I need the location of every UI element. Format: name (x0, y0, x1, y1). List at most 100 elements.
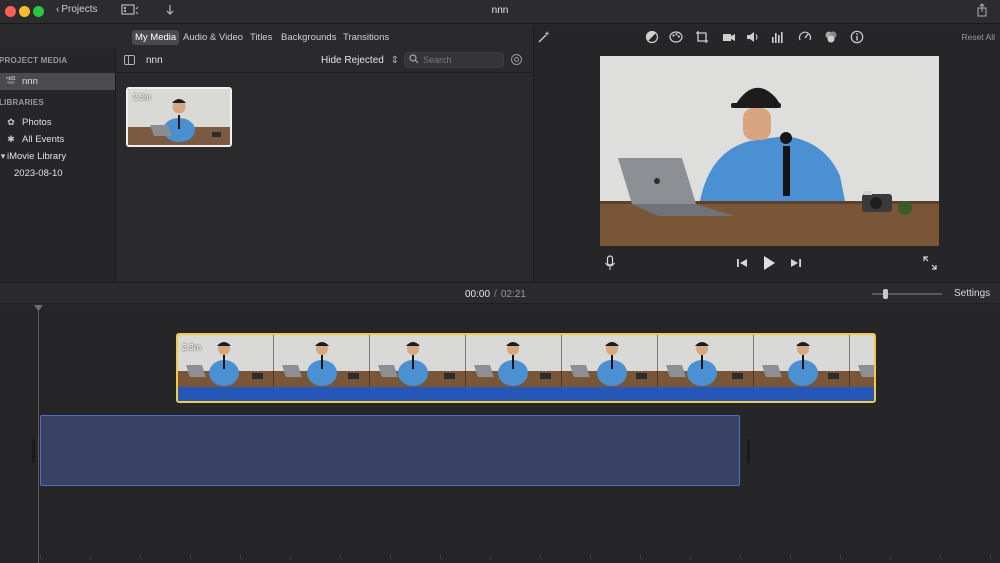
filter-dropdown[interactable]: Hide Rejected ⇕ (321, 55, 399, 66)
libraries-header: LIBRARIES (0, 98, 44, 107)
total-time: 02:21 (500, 289, 526, 300)
track-left-handle[interactable] (32, 439, 35, 463)
ruler-tick (290, 554, 291, 559)
viewer-panel: Reset All (533, 25, 1000, 281)
ruler-tick (640, 554, 641, 559)
clip-duration: 2.3m (182, 342, 201, 352)
volume-icon[interactable] (746, 30, 760, 47)
tab-my-media[interactable]: My Media (132, 30, 180, 45)
media-browser: nnn Hide Rejected ⇕ 2.3m (117, 49, 532, 281)
playhead-marker-icon[interactable] (34, 305, 43, 311)
clip-filmstrip (178, 335, 874, 387)
ruler-tick (240, 554, 241, 559)
speed-icon[interactable] (798, 30, 812, 47)
sidebar-item-library[interactable]: ▾ iMovie Library (0, 148, 115, 165)
filmstrip-frame (850, 335, 874, 387)
clip-audio-waveform (178, 387, 874, 401)
timeline-settings-button[interactable]: Settings (954, 288, 990, 299)
zoom-slider-knob[interactable] (883, 289, 888, 299)
sidebar-item-label: Photos (22, 117, 52, 128)
stabilization-icon[interactable] (722, 30, 736, 47)
clapper-icon: 🎬 (5, 76, 17, 86)
clip-duration: 2.3m (133, 93, 151, 102)
skip-back-icon[interactable] (736, 258, 748, 271)
filter-label: Hide Rejected (321, 55, 384, 66)
sidebar-item-photos[interactable]: ✿ Photos (0, 114, 115, 131)
track-right-handle[interactable] (747, 439, 750, 463)
background-track-selection[interactable] (40, 415, 740, 486)
ruler-tick (590, 554, 591, 559)
search-input[interactable] (423, 54, 501, 66)
sidebar-item-project[interactable]: 🎬 nnn (0, 73, 115, 90)
filmstrip-frame (370, 335, 466, 387)
browser-title: nnn (146, 55, 163, 66)
ruler-tick (840, 554, 841, 559)
project-media-header: PROJECT MEDIA (0, 56, 68, 65)
voiceover-mic-icon[interactable] (604, 255, 616, 274)
ruler-tick (890, 554, 891, 559)
video-preview (600, 56, 939, 246)
sidebar-item-label: All Events (22, 134, 65, 145)
info-icon[interactable] (850, 30, 864, 47)
sidebar-toggle-icon[interactable] (124, 55, 135, 65)
play-icon[interactable] (762, 255, 776, 274)
browser-tab-bar: My Media Audio & Video Titles Background… (0, 25, 532, 49)
title-bar: ‹ Projects nnn (0, 0, 1000, 24)
ruler-tick (790, 554, 791, 559)
ruler-tick (440, 554, 441, 559)
color-balance-icon[interactable] (645, 30, 659, 47)
tab-titles[interactable]: Titles (247, 30, 275, 45)
search-field[interactable] (404, 52, 504, 68)
skip-forward-icon[interactable] (790, 258, 802, 271)
crop-icon[interactable] (695, 30, 709, 47)
photos-icon: ✿ (7, 117, 15, 127)
filmstrip-frame (562, 335, 658, 387)
browser-header: nnn Hide Rejected ⇕ (117, 49, 532, 73)
magic-wand-icon[interactable] (537, 30, 551, 47)
search-icon (409, 54, 419, 66)
tab-transitions[interactable]: Transitions (340, 30, 392, 45)
disclosure-triangle-icon[interactable]: ▾ (0, 148, 6, 165)
timeline-zoom-slider[interactable] (872, 289, 942, 299)
timeline: 2.3m (0, 305, 1000, 563)
timeline-header: 00:00/02:21 Settings (0, 282, 1000, 304)
ruler-tick (140, 554, 141, 559)
sidebar-item-event[interactable]: 2023-08-10 (0, 165, 115, 182)
filmstrip-frame (466, 335, 562, 387)
ruler-tick (740, 554, 741, 559)
share-icon[interactable] (976, 3, 988, 20)
time-separator: / (494, 289, 497, 300)
fullscreen-icon[interactable] (923, 256, 937, 273)
up-down-chevron-icon: ⇕ (390, 55, 399, 66)
playhead[interactable] (38, 305, 39, 563)
gear-icon[interactable] (510, 53, 523, 69)
media-clip-thumbnail[interactable]: 2.3m (126, 87, 232, 147)
tab-backgrounds[interactable]: Backgrounds (278, 30, 339, 45)
ruler-tick (690, 554, 691, 559)
current-time: 00:00 (465, 289, 491, 300)
timeline-video-clip[interactable]: 2.3m (176, 333, 876, 403)
filter-icon[interactable] (824, 30, 838, 47)
color-correction-icon[interactable] (669, 30, 683, 47)
timecode-display: 00:00/02:21 (465, 289, 526, 300)
ruler-tick (490, 554, 491, 559)
library-sidebar: PROJECT MEDIA 🎬 nnn LIBRARIES ✿ Photos ✱ Al… (0, 49, 116, 281)
ruler-tick (90, 554, 91, 559)
filmstrip-frame (658, 335, 754, 387)
filmstrip-frame (274, 335, 370, 387)
ruler-tick (540, 554, 541, 559)
star-icon: ✱ (7, 134, 15, 144)
reset-all-button[interactable]: Reset All (961, 32, 995, 42)
ruler-tick (940, 554, 941, 559)
sidebar-item-label: nnn (22, 76, 38, 87)
ruler-tick (390, 554, 391, 559)
window-title: nnn (491, 5, 509, 16)
ruler-tick (40, 554, 41, 559)
ruler-tick (990, 554, 991, 559)
equalizer-icon[interactable] (771, 30, 785, 47)
sidebar-item-all-events[interactable]: ✱ All Events (0, 131, 115, 148)
tab-audio-video[interactable]: Audio & Video (180, 30, 246, 45)
sidebar-item-label: iMovie Library (7, 151, 67, 162)
timeline-ruler (40, 554, 991, 559)
preview-frame-image (600, 56, 939, 246)
